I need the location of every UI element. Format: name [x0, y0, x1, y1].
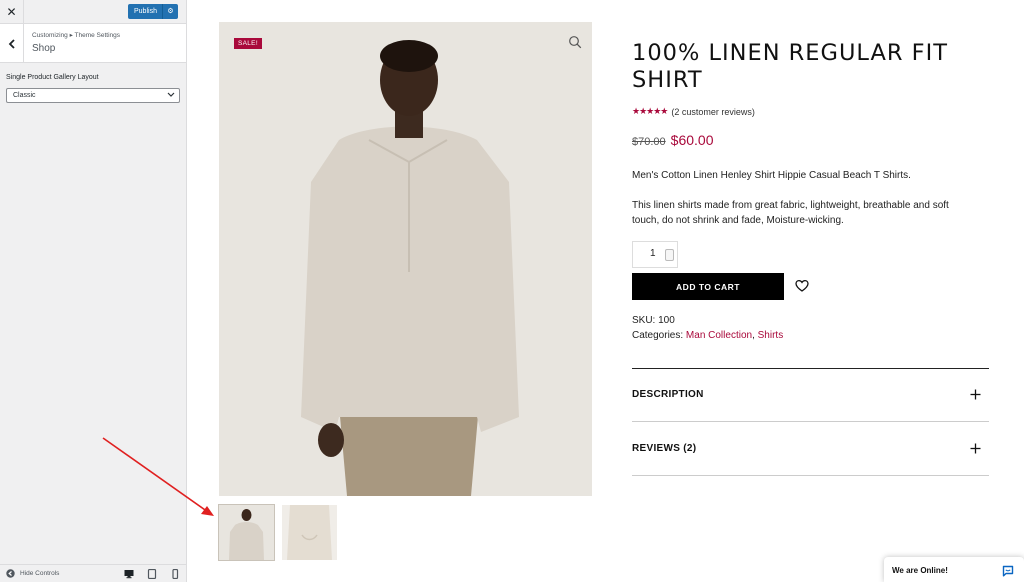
customizer-header: ✕ Publish ⚙	[0, 0, 186, 24]
product-categories: Categories: Man Collection, Shirts	[632, 330, 783, 341]
close-icon: ✕	[6, 5, 17, 19]
add-to-cart-button[interactable]: ADD TO CART	[632, 273, 784, 300]
product-sku: SKU: 100	[632, 315, 675, 326]
quantity-stepper[interactable]: 1	[632, 241, 678, 268]
gallery-layout-select[interactable]: Classic	[6, 88, 180, 103]
gallery-thumbnail[interactable]	[218, 504, 275, 561]
divider	[632, 475, 989, 476]
thumbnail-photo	[282, 505, 337, 560]
collapse-icon	[6, 569, 15, 578]
category-link-man-collection[interactable]: Man Collection	[686, 330, 752, 341]
sale-badge: SALE!	[234, 38, 262, 49]
reviews-link[interactable]: (2 customer reviews)	[671, 107, 755, 117]
gear-icon[interactable]: ⚙	[162, 4, 178, 19]
regular-price: $70.00	[632, 136, 666, 148]
tab-description[interactable]: DESCRIPTION	[632, 389, 704, 400]
zoom-icon[interactable]	[568, 35, 582, 49]
product-main-image[interactable]: SALE!	[219, 22, 592, 496]
short-description: Men's Cotton Linen Henley Shirt Hippie C…	[632, 170, 911, 181]
chevron-left-icon	[8, 38, 15, 49]
sale-price: $60.00	[670, 132, 714, 148]
annotation-arrow	[102, 437, 214, 516]
publish-button[interactable]: Publish ⚙	[128, 4, 178, 19]
star-rating-icon: ★★★★★	[632, 107, 668, 117]
back-button[interactable]	[0, 24, 24, 63]
mobile-preview-icon[interactable]	[170, 569, 180, 579]
gallery-layout-label: Single Product Gallery Layout	[6, 74, 99, 81]
product-price: $70.00 $60.00	[632, 132, 713, 148]
product-title: 100% LINEN REGULAR FIT SHIRT	[632, 40, 948, 93]
quantity-value[interactable]: 1	[650, 248, 656, 259]
section-title: Shop	[32, 43, 56, 54]
customizer-footer: Hide Controls	[0, 564, 186, 582]
hide-controls-label: Hide Controls	[20, 570, 60, 577]
sku-value: 100	[658, 315, 675, 326]
publish-label: Publish	[134, 8, 157, 15]
hide-controls-button[interactable]: Hide Controls	[6, 569, 59, 578]
chat-label: We are Online!	[892, 566, 948, 575]
divider	[632, 421, 989, 422]
gallery-thumbnail[interactable]	[282, 505, 337, 560]
tablet-preview-icon[interactable]	[147, 569, 157, 579]
close-customizer-button[interactable]: ✕	[0, 0, 24, 24]
plus-icon[interactable]	[970, 443, 981, 454]
plus-icon[interactable]	[970, 389, 981, 400]
tab-reviews[interactable]: REVIEWS (2)	[632, 443, 696, 454]
categories-label: Categories:	[632, 330, 684, 341]
breadcrumb: Customizing ▸ Theme Settings	[32, 32, 121, 39]
product-rating: ★★★★★ (2 customer reviews)	[632, 107, 755, 117]
desktop-preview-icon[interactable]	[124, 569, 134, 579]
gallery-layout-value: Classic	[13, 92, 36, 99]
long-description: This linen shirts made from great fabric…	[632, 200, 949, 226]
divider	[632, 368, 989, 369]
chat-icon[interactable]	[1002, 565, 1014, 577]
section-header: Customizing ▸ Theme Settings Shop	[0, 24, 186, 63]
thumbnail-photo	[219, 505, 274, 560]
chat-widget[interactable]: We are Online!	[884, 557, 1024, 582]
heart-icon[interactable]	[795, 279, 809, 293]
chevron-down-icon	[167, 92, 175, 97]
sku-label: SKU:	[632, 315, 656, 326]
category-link-shirts[interactable]: Shirts	[758, 330, 784, 341]
product-photo	[219, 22, 592, 496]
spinner-icon[interactable]	[665, 249, 674, 261]
